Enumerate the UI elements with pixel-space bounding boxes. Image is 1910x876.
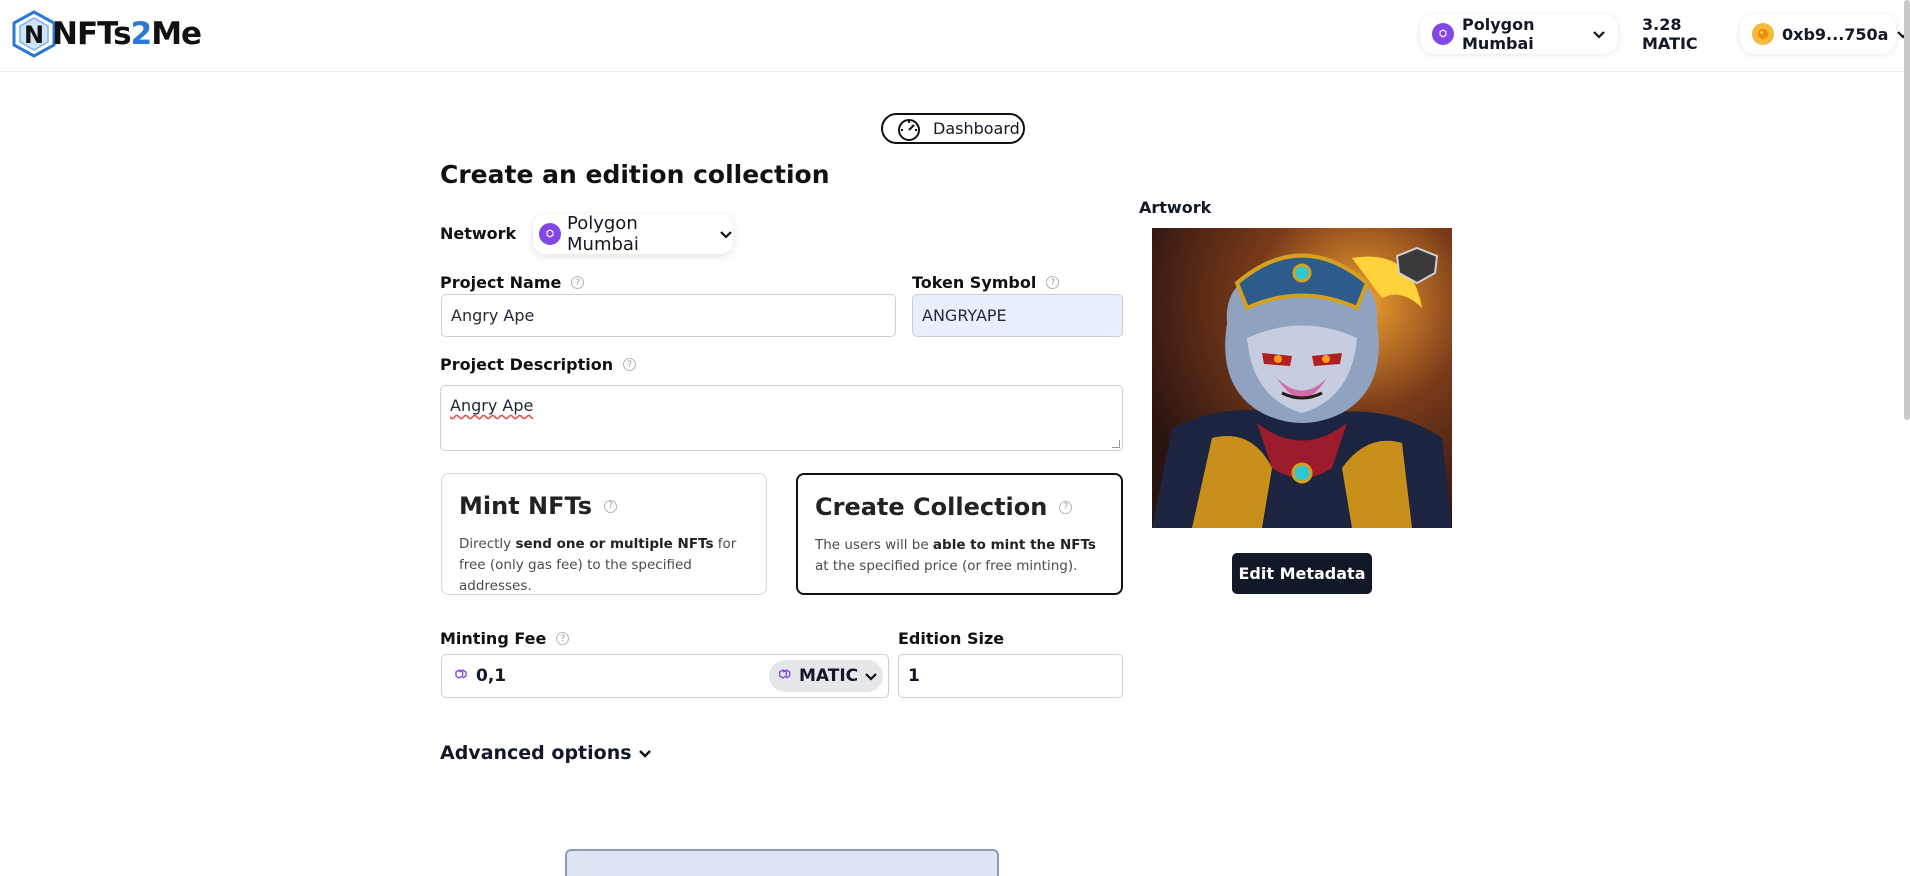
chevron-down-icon bbox=[638, 750, 651, 758]
page-title: Create an edition collection bbox=[440, 160, 830, 189]
account-menu[interactable]: 0xb9...750a bbox=[1740, 14, 1910, 54]
edition-size-label: Edition Size bbox=[898, 629, 1005, 648]
edition-size-input[interactable]: 1 bbox=[898, 654, 1123, 698]
create-collection-option[interactable]: Create Collection ? The users will be ab… bbox=[796, 473, 1123, 595]
artwork-ape-illustration bbox=[1152, 228, 1452, 528]
help-icon[interactable]: ? bbox=[623, 358, 637, 371]
polygon-icon bbox=[777, 666, 793, 687]
help-icon[interactable]: ? bbox=[603, 499, 617, 513]
network-select-value: Polygon Mumbai bbox=[567, 213, 639, 255]
mint-nfts-title: Mint NFTs ? bbox=[459, 492, 749, 520]
network-label: Network bbox=[440, 224, 517, 243]
project-description-textarea[interactable]: Angry Ape bbox=[440, 385, 1123, 451]
chevron-down-icon bbox=[865, 673, 877, 681]
submit-button[interactable] bbox=[565, 849, 999, 876]
help-icon[interactable]: ? bbox=[571, 276, 585, 289]
mint-nfts-description: Directly send one or multiple NFTs for f… bbox=[459, 536, 737, 594]
artwork-label: Artwork bbox=[1139, 198, 1212, 217]
balance-display: 3.28 MATIC bbox=[1630, 14, 1746, 54]
help-icon[interactable]: ? bbox=[1046, 276, 1060, 289]
account-avatar-icon bbox=[1752, 23, 1774, 45]
token-symbol-label: Token Symbol ? bbox=[912, 273, 1060, 292]
chevron-down-icon bbox=[1593, 31, 1605, 39]
logo-mark-icon: N bbox=[12, 10, 56, 58]
dashboard-button-label: Dashboard bbox=[933, 119, 1020, 138]
currency-select[interactable]: MATIC bbox=[769, 660, 883, 692]
help-icon[interactable]: ? bbox=[1059, 500, 1073, 514]
balance-text: 3.28 MATIC bbox=[1642, 15, 1698, 53]
svg-text:N: N bbox=[24, 21, 44, 49]
polygon-icon bbox=[452, 666, 468, 687]
help-icon[interactable]: ? bbox=[556, 632, 570, 645]
create-collection-title: Create Collection ? bbox=[815, 493, 1104, 521]
dashboard-button[interactable]: Dashboard bbox=[881, 113, 1025, 144]
create-collection-description: The users will be able to mint the NFTs … bbox=[815, 537, 1096, 574]
project-description-label: Project Description ? bbox=[440, 355, 637, 374]
currency-value: MATIC bbox=[799, 666, 859, 686]
minting-fee-value: 0,1 bbox=[476, 666, 507, 686]
dashboard-gauge-icon bbox=[898, 118, 920, 141]
minting-fee-label: Minting Fee ? bbox=[440, 629, 570, 648]
advanced-options-toggle[interactable]: Advanced options bbox=[440, 742, 652, 764]
polygon-icon bbox=[539, 223, 561, 245]
top-bar: N NFTs2Me Polygon Mumbai 3.28 MATIC 0xb9… bbox=[0, 0, 1910, 72]
logo[interactable]: N NFTs2Me bbox=[12, 10, 202, 58]
network-switcher[interactable]: Polygon Mumbai bbox=[1420, 14, 1618, 54]
chevron-down-icon bbox=[720, 231, 732, 239]
project-name-label: Project Name ? bbox=[440, 273, 585, 292]
polygon-icon bbox=[1432, 23, 1454, 45]
edit-metadata-button[interactable]: Edit Metadata bbox=[1232, 553, 1372, 594]
artwork-image[interactable] bbox=[1152, 228, 1452, 528]
resize-grip[interactable] bbox=[1112, 440, 1120, 448]
account-address: 0xb9...750a bbox=[1782, 24, 1889, 44]
logo-text: NFTs2Me bbox=[52, 16, 202, 52]
network-switcher-label: Polygon Mumbai bbox=[1462, 15, 1535, 53]
minting-fee-input[interactable]: 0,1 MATIC bbox=[441, 654, 889, 698]
page-scrollbar[interactable] bbox=[1904, 0, 1910, 420]
token-symbol-input[interactable]: ANGRYAPE bbox=[912, 294, 1123, 337]
project-name-input[interactable]: Angry Ape bbox=[441, 294, 896, 337]
mint-nfts-option[interactable]: Mint NFTs ? Directly send one or multipl… bbox=[441, 473, 767, 595]
network-select[interactable]: Polygon Mumbai bbox=[533, 213, 733, 255]
